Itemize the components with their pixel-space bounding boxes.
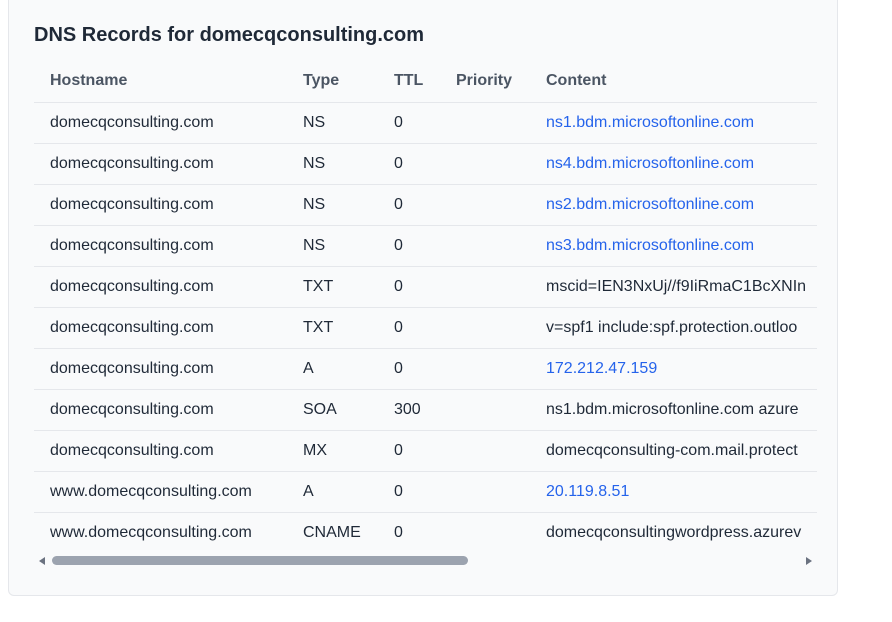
cell-ttl: 0: [378, 266, 440, 308]
cell-ttl: 0: [378, 348, 440, 390]
cell-priority: [440, 307, 530, 349]
cell-type: CNAME: [287, 512, 378, 553]
cell-content: mscid=IEN3NxUj//f9IiRmaC1BcXNIn: [530, 266, 817, 308]
cell-type: A: [287, 471, 378, 513]
cell-hostname: domecqconsulting.com: [34, 266, 287, 308]
cell-hostname: domecqconsulting.com: [34, 389, 287, 431]
cell-type: TXT: [287, 307, 378, 349]
table-row: domecqconsulting.com NS 0 ns3.bdm.microsoft…: [34, 225, 817, 267]
cell-priority: [440, 143, 530, 185]
cell-type: SOA: [287, 389, 378, 431]
cell-priority: [440, 102, 530, 144]
cell-type: NS: [287, 143, 378, 185]
cell-ttl: 0: [378, 307, 440, 349]
column-header-ttl: TTL: [378, 61, 440, 103]
cell-ttl: 0: [378, 143, 440, 185]
cell-ttl: 0: [378, 471, 440, 513]
cell-hostname: www.domecqconsulting.com: [34, 512, 287, 553]
cell-content-link[interactable]: ns2.bdm.microsoftonline.com: [530, 184, 817, 226]
table-row: domecqconsulting.com NS 0 ns1.bdm.microsoft…: [34, 102, 817, 144]
cell-content-link[interactable]: ns3.bdm.microsoftonline.com: [530, 225, 817, 267]
cell-type: TXT: [287, 266, 378, 308]
dns-table-container[interactable]: Hostname Type TTL Priority Content domec…: [34, 61, 817, 553]
page-title: DNS Records for domecqconsulting.com: [34, 24, 425, 46]
cell-hostname: domecqconsulting.com: [34, 184, 287, 226]
cell-content: v=spf1 include:spf.protection.outloo: [530, 307, 817, 349]
dns-records-table: Hostname Type TTL Priority Content domec…: [34, 61, 817, 553]
cell-content: ns1.bdm.microsoftonline.com azure: [530, 389, 817, 431]
cell-content-link[interactable]: ns4.bdm.microsoftonline.com: [530, 143, 817, 185]
table-row: www.domecqconsulting.com CNAME 0 domecqcons…: [34, 512, 817, 553]
cell-content-link[interactable]: 20.119.8.51: [530, 471, 817, 513]
cell-ttl: 0: [378, 512, 440, 553]
cell-priority: [440, 471, 530, 513]
cell-content-link[interactable]: 172.212.47.159: [530, 348, 817, 390]
column-header-hostname: Hostname: [34, 61, 287, 103]
table-header-row: Hostname Type TTL Priority Content: [34, 61, 817, 103]
dns-records-card: DNS Records for domecqconsulting.com Hos…: [8, 0, 838, 596]
cell-type: NS: [287, 225, 378, 267]
horizontal-scrollbar[interactable]: [34, 553, 817, 569]
table-row: domecqconsulting.com A 0 172.212.47.159: [34, 348, 817, 390]
cell-content: domecqconsulting-com.mail.protect: [530, 430, 817, 472]
cell-hostname: domecqconsulting.com: [34, 225, 287, 267]
cell-hostname: domecqconsulting.com: [34, 430, 287, 472]
cell-priority: [440, 348, 530, 390]
cell-hostname: domecqconsulting.com: [34, 143, 287, 185]
cell-ttl: 300: [378, 389, 440, 431]
column-header-type: Type: [287, 61, 378, 103]
column-header-priority: Priority: [440, 61, 530, 103]
cell-type: MX: [287, 430, 378, 472]
cell-ttl: 0: [378, 184, 440, 226]
scrollbar-thumb[interactable]: [52, 556, 468, 565]
table-row: domecqconsulting.com NS 0 ns2.bdm.microsoft…: [34, 184, 817, 226]
table-body: domecqconsulting.com NS 0 ns1.bdm.microsoft…: [34, 102, 817, 553]
table-row: domecqconsulting.com MX 0 domecqconsulting-…: [34, 430, 817, 472]
cell-priority: [440, 225, 530, 267]
cell-content: domecqconsultingwordpress.azurev: [530, 512, 817, 553]
cell-hostname: www.domecqconsulting.com: [34, 471, 287, 513]
cell-hostname: domecqconsulting.com: [34, 348, 287, 390]
table-row: domecqconsulting.com NS 0 ns4.bdm.microsoft…: [34, 143, 817, 185]
cell-type: A: [287, 348, 378, 390]
table-row: domecqconsulting.com TXT 0 mscid=IEN3NxUj//…: [34, 266, 817, 308]
cell-type: NS: [287, 102, 378, 144]
cell-hostname: domecqconsulting.com: [34, 102, 287, 144]
table-row: www.domecqconsulting.com A 0 20.119.8.51: [34, 471, 817, 513]
cell-ttl: 0: [378, 430, 440, 472]
cell-priority: [440, 389, 530, 431]
cell-type: NS: [287, 184, 378, 226]
cell-ttl: 0: [378, 225, 440, 267]
cell-priority: [440, 430, 530, 472]
scroll-left-arrow-icon[interactable]: [39, 557, 45, 565]
cell-content-link[interactable]: ns1.bdm.microsoftonline.com: [530, 102, 817, 144]
cell-hostname: domecqconsulting.com: [34, 307, 287, 349]
scroll-right-arrow-icon[interactable]: [806, 557, 812, 565]
cell-priority: [440, 512, 530, 553]
cell-ttl: 0: [378, 102, 440, 144]
column-header-content: Content: [530, 61, 817, 103]
cell-priority: [440, 184, 530, 226]
table-row: domecqconsulting.com SOA 300 ns1.bdm.micros…: [34, 389, 817, 431]
table-row: domecqconsulting.com TXT 0 v=spf1 include:s…: [34, 307, 817, 349]
cell-priority: [440, 266, 530, 308]
